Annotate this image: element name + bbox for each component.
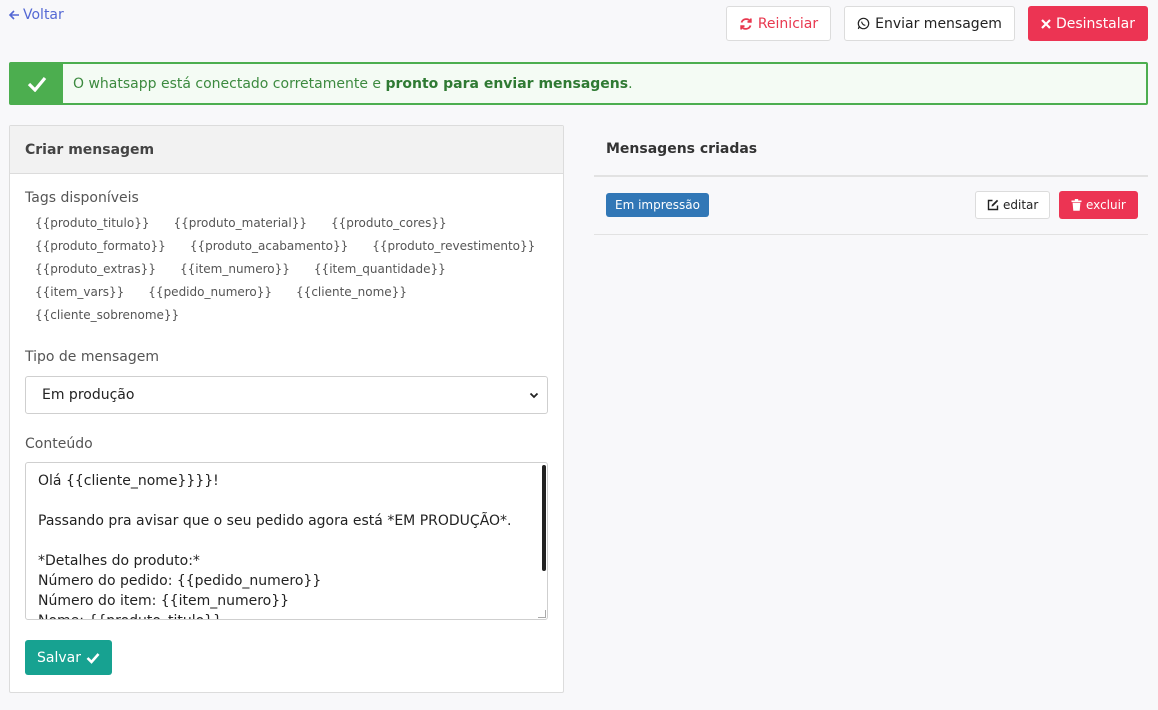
status-badge: Em impressão	[606, 193, 709, 217]
tag-item[interactable]: {{pedido_numero}}	[148, 281, 272, 304]
content-line: Número do pedido: {{pedido_numero}}	[38, 573, 322, 589]
textarea-scrollbar-thumb[interactable]	[542, 465, 546, 571]
create-message-title: Criar mensagem	[10, 126, 563, 174]
alert-text-prefix: O whatsapp está conectado corretamente e	[73, 75, 386, 92]
tag-item[interactable]: {{item_numero}}	[180, 258, 290, 281]
back-link[interactable]: Voltar	[8, 7, 64, 23]
tags-list: {{produto_titulo}} {{produto_material}} …	[25, 212, 545, 327]
content-line: *Detalhes do produto:*	[38, 553, 200, 569]
uninstall-button-label: Desinstalar	[1055, 15, 1135, 32]
connection-alert: O whatsapp está conectado corretamente e…	[9, 62, 1148, 105]
textarea-resize-handle[interactable]	[538, 610, 546, 618]
arrow-left-icon	[8, 10, 19, 20]
created-messages-divider	[594, 175, 1148, 177]
alert-text: O whatsapp está conectado corretamente e…	[63, 76, 633, 92]
message-row-divider	[594, 234, 1148, 235]
tag-item[interactable]: {{produto_material}}	[173, 212, 307, 235]
tag-item[interactable]: {{cliente_sobrenome}}	[35, 304, 179, 327]
message-type-selected: Em produção	[42, 387, 135, 403]
tag-item[interactable]: {{produto_extras}}	[35, 258, 156, 281]
content-label: Conteúdo	[25, 436, 93, 452]
alert-icon-box	[11, 64, 63, 103]
send-message-button[interactable]: Enviar mensagem	[844, 6, 1015, 41]
send-message-button-label: Enviar mensagem	[875, 15, 1002, 32]
delete-button[interactable]: excluir	[1059, 191, 1138, 219]
edit-button-label: editar	[1003, 198, 1039, 212]
edit-button[interactable]: editar	[975, 191, 1051, 219]
uninstall-button[interactable]: Desinstalar	[1027, 6, 1148, 41]
refresh-icon	[740, 17, 752, 30]
close-icon	[1041, 18, 1051, 29]
check-icon	[27, 76, 47, 92]
create-message-panel: Criar mensagem Tags disponíveis {{produt…	[9, 125, 564, 693]
tag-item[interactable]: {{item_vars}}	[35, 281, 124, 304]
save-button[interactable]: Salvar	[25, 640, 112, 675]
whatsapp-icon	[857, 17, 870, 30]
save-button-label: Salvar	[37, 649, 81, 666]
restart-button[interactable]: Reiniciar	[725, 6, 832, 41]
tag-item[interactable]: {{produto_titulo}}	[35, 212, 149, 235]
content-line: Passando pra avisar que o seu pedido ago…	[38, 513, 512, 529]
tag-item[interactable]: {{produto_cores}}	[331, 212, 447, 235]
edit-icon	[987, 199, 999, 211]
check-icon	[86, 652, 100, 664]
content-line: Olá {{cliente_nome}}}}!	[38, 473, 219, 489]
message-type-label: Tipo de mensagem	[25, 349, 159, 365]
content-textarea[interactable]: Olá {{cliente_nome}}}}! Passando pra avi…	[25, 462, 548, 620]
chevron-down-icon	[529, 392, 539, 399]
trash-icon	[1071, 199, 1082, 211]
content-line: Nome: {{produto_titulo}}	[38, 611, 535, 619]
tag-item[interactable]: {{produto_formato}}	[35, 235, 166, 258]
content-line	[38, 491, 535, 511]
delete-button-label: excluir	[1086, 198, 1126, 212]
message-type-select[interactable]: Em produção	[25, 376, 548, 414]
tag-item[interactable]: {{item_quantidade}}	[314, 258, 446, 281]
top-actions: Reiniciar Enviar mensagem Desinstalar	[725, 6, 1148, 41]
created-messages-title: Mensagens criadas	[606, 141, 758, 157]
tag-item[interactable]: {{cliente_nome}}	[296, 281, 407, 304]
tags-label: Tags disponíveis	[25, 190, 139, 206]
tag-item[interactable]: {{produto_revestimento}}	[372, 235, 535, 258]
content-line	[38, 531, 535, 551]
tag-item[interactable]: {{produto_acabamento}}	[190, 235, 348, 258]
back-link-label: Voltar	[23, 7, 64, 23]
content-line: Número do item: {{item_numero}}	[38, 593, 290, 609]
alert-text-suffix: .	[628, 75, 633, 92]
alert-text-strong: pronto para enviar mensagens	[385, 75, 629, 92]
restart-button-label: Reiniciar	[757, 15, 819, 32]
